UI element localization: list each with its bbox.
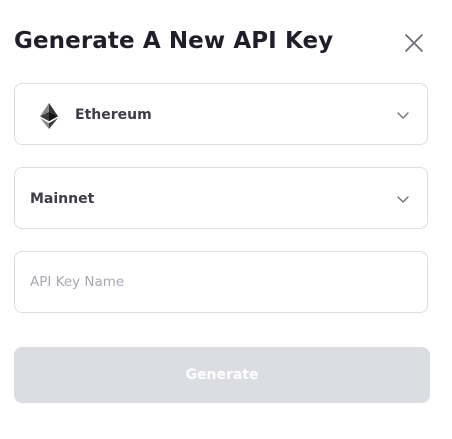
generate-api-key-dialog: Generate A New API Key Ethereum Mainnet … <box>0 0 452 439</box>
generate-button[interactable]: Generate <box>14 347 430 403</box>
ethereum-icon <box>40 103 58 129</box>
dialog-title: Generate A New API Key <box>14 28 334 54</box>
network-select-value: Ethereum <box>75 107 152 123</box>
chain-select[interactable]: Mainnet <box>14 167 428 229</box>
network-select[interactable]: Ethereum <box>14 83 428 145</box>
chevron-down-icon <box>397 112 409 119</box>
chevron-down-icon <box>397 196 409 203</box>
close-button[interactable] <box>401 30 427 56</box>
close-icon <box>405 34 423 52</box>
api-key-name-field <box>14 251 428 313</box>
chain-select-value: Mainnet <box>30 191 95 207</box>
api-key-name-input[interactable] <box>16 253 426 311</box>
